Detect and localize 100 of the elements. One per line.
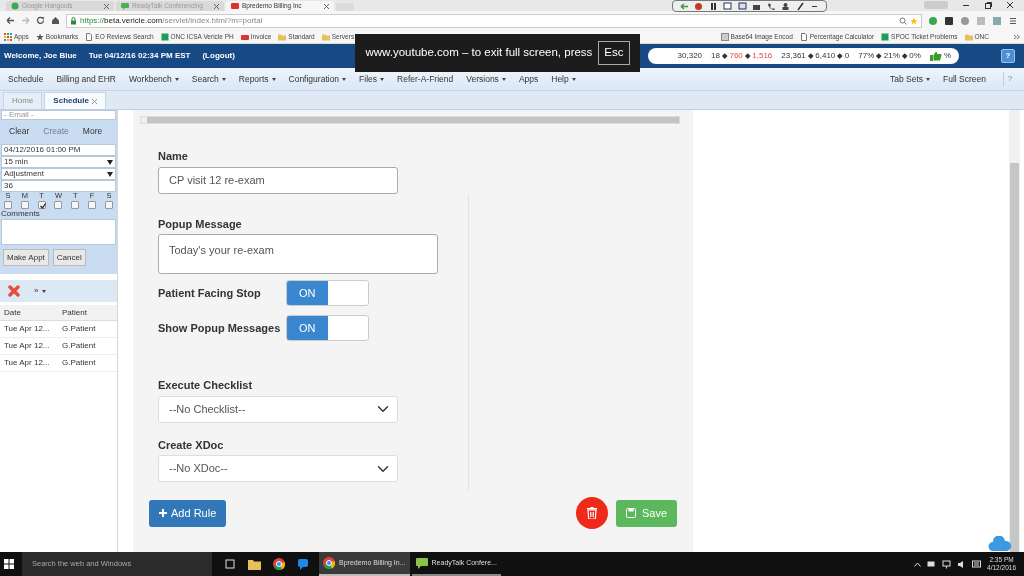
toggle-label: Show Popup Messages	[158, 320, 282, 336]
dropdown[interactable]: --No Checklist--	[158, 395, 398, 423]
type-select[interactable]: Adjustment	[1, 168, 116, 180]
delete-button[interactable]	[575, 497, 608, 529]
scrollbar[interactable]	[1009, 110, 1020, 552]
menu-item[interactable]: Schedule	[8, 72, 44, 86]
more-icon[interactable]	[1014, 33, 1020, 40]
field-label: Name	[158, 149, 189, 164]
task-view-icon[interactable]	[224, 559, 236, 569]
menu-item[interactable]: Refer-A-Friend	[397, 72, 454, 86]
speech-icon	[121, 2, 129, 10]
tab[interactable]: Schedule	[44, 92, 106, 109]
menu-item[interactable]: Workbench	[129, 72, 179, 86]
menu-icon[interactable]	[1008, 15, 1018, 26]
scrollbar[interactable]	[140, 116, 680, 124]
add-rule-button[interactable]: Add Rule	[149, 499, 227, 527]
menu-item[interactable]: Tab Sets	[889, 72, 930, 86]
message-icon[interactable]	[972, 559, 982, 569]
menu-item[interactable]: Help	[551, 72, 576, 86]
chrome-icon[interactable]	[273, 558, 285, 570]
name-field[interactable]: CP visit 12 re-exam	[158, 166, 398, 194]
delete-icon[interactable]	[8, 285, 20, 297]
reload-button[interactable]	[36, 16, 45, 25]
close-icon[interactable]	[214, 3, 219, 9]
table-cell-text: G.Patient	[61, 323, 96, 335]
table-cell-text: G.Patient	[61, 357, 96, 369]
home-button[interactable]	[51, 16, 60, 25]
checkbox[interactable]	[37, 201, 46, 209]
field-label: Create XDoc	[158, 437, 225, 453]
battery-icon[interactable]	[927, 561, 937, 567]
extension-icon[interactable]	[944, 15, 954, 26]
more-menu[interactable]: »	[34, 285, 47, 297]
checkbox[interactable]	[54, 201, 63, 209]
notice-text: www.youtube.com – to exit full screen, press	[365, 45, 593, 61]
address-bar[interactable]: https://beta.vericle.com/servlet/index.html?m=portal	[66, 13, 922, 28]
plus-icon	[159, 509, 167, 517]
menu-item[interactable]: Search	[191, 72, 226, 86]
close-icon[interactable]	[324, 3, 329, 9]
trash-icon	[586, 507, 597, 519]
key-label: Esc	[598, 41, 630, 65]
people-icon[interactable]	[781, 1, 791, 11]
rating-text: %	[943, 50, 951, 62]
comments-field[interactable]	[1, 219, 116, 245]
stat-value: 30,320	[677, 50, 703, 62]
folder-icon[interactable]	[248, 558, 261, 570]
menu-item[interactable]: Files	[359, 72, 385, 86]
column-header[interactable]: Patient	[59, 306, 87, 319]
toggle-label: Patient Facing Stop	[158, 285, 262, 301]
logout-link[interactable]: (Logout)	[202, 50, 235, 62]
date-field[interactable]: 04/12/2016 01:00 PM	[1, 144, 116, 156]
pen-icon[interactable]	[795, 1, 805, 11]
checkbox[interactable]	[71, 201, 80, 209]
welcome-text: Welcome, Joe Blue	[4, 50, 77, 62]
thumbs-up-icon	[929, 51, 942, 61]
separator-icon	[876, 53, 882, 59]
checkbox[interactable]	[104, 201, 113, 209]
menu-item[interactable]: Apps	[518, 72, 539, 86]
action-link[interactable]: Clear	[9, 124, 30, 138]
action-link[interactable]: More	[82, 124, 103, 138]
close-icon[interactable]	[91, 98, 97, 104]
checkbox[interactable]	[20, 201, 29, 209]
field-label: Popup Message	[158, 216, 243, 232]
stat-value: 77%	[858, 50, 875, 62]
menu-item[interactable]: Configuration	[288, 72, 347, 86]
cloud-icon[interactable]	[988, 536, 1012, 552]
app-icon	[240, 32, 249, 41]
checkbox[interactable]	[88, 201, 97, 209]
toggle-switch[interactable]: ON	[286, 315, 369, 341]
menu-item[interactable]: Reports	[238, 72, 276, 86]
zoom-icon[interactable]	[899, 16, 907, 25]
table-cell-text: Tue Apr 12...	[3, 340, 51, 352]
column-header[interactable]: Date	[0, 306, 59, 319]
close-button[interactable]	[1006, 1, 1014, 9]
chrome-icon	[323, 557, 335, 569]
phone-icon[interactable]	[766, 1, 776, 11]
toggle-switch[interactable]: ON	[286, 280, 369, 306]
speech-icon	[415, 557, 428, 569]
app-icon	[231, 2, 239, 10]
arrow-icon[interactable]	[679, 1, 689, 11]
duration-select[interactable]: 15 min	[1, 156, 116, 168]
back-button[interactable]	[6, 16, 15, 25]
star-icon[interactable]	[910, 16, 918, 25]
dropdown[interactable]: --No XDoc--	[158, 455, 398, 482]
stat-value: 760	[729, 50, 743, 62]
form-button[interactable]: Cancel	[52, 249, 86, 266]
count-field[interactable]: 36	[1, 180, 116, 192]
checkbox[interactable]	[4, 201, 12, 209]
record-icon[interactable]	[694, 1, 704, 11]
menu-item[interactable]: Full Screen	[943, 72, 986, 86]
restore-button[interactable]	[984, 1, 992, 9]
message-field[interactable]: Today's your re-exam	[158, 234, 438, 274]
pause-icon[interactable]	[708, 1, 718, 11]
chat-icon[interactable]	[297, 558, 309, 570]
network-icon[interactable]	[942, 559, 952, 569]
chevron-up-icon[interactable]	[914, 561, 922, 567]
table-cell-text: G.Patient	[61, 340, 96, 352]
form-button[interactable]: Make Appt	[3, 249, 49, 266]
close-icon[interactable]	[104, 3, 109, 9]
menu-item[interactable]: Versions	[466, 72, 506, 86]
menu-item[interactable]: Billing and EHR	[56, 72, 116, 86]
